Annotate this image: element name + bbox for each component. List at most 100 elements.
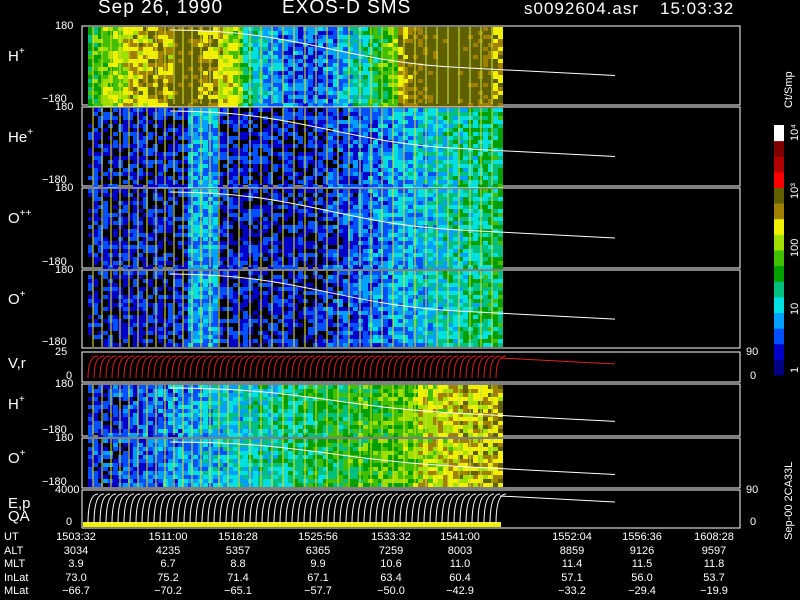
cell xyxy=(193,205,198,209)
cell xyxy=(288,27,293,31)
cell xyxy=(343,79,348,83)
cell xyxy=(263,43,268,47)
cell xyxy=(383,160,388,164)
cell xyxy=(253,132,258,136)
cell xyxy=(203,71,208,75)
cell xyxy=(148,120,153,124)
cell xyxy=(483,225,488,229)
cell xyxy=(428,160,433,164)
cell xyxy=(113,315,118,319)
stripe xyxy=(209,108,211,185)
stripe xyxy=(458,27,460,104)
cell xyxy=(103,221,108,225)
cell xyxy=(308,265,313,269)
cell xyxy=(328,193,333,197)
cell xyxy=(363,91,368,95)
cell xyxy=(168,63,173,67)
cell xyxy=(318,152,323,156)
cell xyxy=(453,261,458,265)
cell xyxy=(453,197,458,201)
cell xyxy=(343,91,348,95)
cell xyxy=(453,209,458,213)
cell xyxy=(298,257,303,261)
cell xyxy=(123,257,128,261)
cell xyxy=(243,229,248,233)
cell xyxy=(253,160,258,164)
cell xyxy=(363,116,368,120)
cell xyxy=(203,193,208,197)
cell xyxy=(473,201,478,205)
stripe xyxy=(128,108,130,185)
cell xyxy=(193,323,198,327)
cell xyxy=(398,95,403,99)
cell xyxy=(463,124,468,128)
cell xyxy=(473,176,478,180)
cell xyxy=(473,193,478,197)
cell xyxy=(233,184,238,188)
cell xyxy=(158,99,163,103)
cell xyxy=(123,144,128,148)
cell xyxy=(493,261,498,265)
cell xyxy=(498,221,503,225)
cell xyxy=(428,99,433,103)
cell xyxy=(203,323,208,327)
cell xyxy=(463,152,468,156)
cell xyxy=(418,184,423,188)
cell xyxy=(148,75,153,79)
cell xyxy=(273,168,278,172)
cell xyxy=(453,95,458,99)
cell xyxy=(243,237,248,241)
cell xyxy=(213,132,218,136)
cell xyxy=(453,99,458,103)
cell xyxy=(343,164,348,168)
cell xyxy=(263,120,268,124)
cell xyxy=(353,241,358,245)
stripe xyxy=(293,189,295,267)
cell xyxy=(113,249,118,253)
cell xyxy=(148,136,153,140)
cell xyxy=(243,319,248,323)
cell xyxy=(298,156,303,160)
cell xyxy=(233,120,238,124)
cell xyxy=(438,47,443,51)
cell xyxy=(318,95,323,99)
cell xyxy=(343,43,348,47)
cell xyxy=(243,91,248,95)
cell xyxy=(113,261,118,265)
cell xyxy=(148,55,153,59)
cell xyxy=(253,319,258,323)
cell xyxy=(288,31,293,35)
cell xyxy=(473,71,478,75)
cell xyxy=(483,132,488,136)
cell xyxy=(383,205,388,209)
cell xyxy=(493,156,498,160)
cell xyxy=(453,176,458,180)
cell xyxy=(203,339,208,343)
cell xyxy=(343,75,348,79)
cell xyxy=(243,148,248,152)
cell xyxy=(243,253,248,257)
stripe xyxy=(315,189,317,267)
cell xyxy=(263,303,268,307)
cell xyxy=(298,103,303,107)
cell xyxy=(493,39,498,43)
cell xyxy=(473,237,478,241)
cell xyxy=(243,55,248,59)
cell xyxy=(253,213,258,217)
cell xyxy=(428,205,433,209)
cell xyxy=(203,265,208,269)
cell xyxy=(243,47,248,51)
cell xyxy=(483,136,488,140)
cell xyxy=(463,184,468,188)
cell xyxy=(253,75,258,79)
cell xyxy=(473,83,478,87)
cell xyxy=(158,265,163,269)
cell xyxy=(233,91,238,95)
cell xyxy=(363,35,368,39)
cell xyxy=(113,291,118,295)
cell xyxy=(253,291,258,295)
cell xyxy=(193,148,198,152)
cell xyxy=(123,253,128,257)
cell xyxy=(353,184,358,188)
cell xyxy=(398,253,403,257)
